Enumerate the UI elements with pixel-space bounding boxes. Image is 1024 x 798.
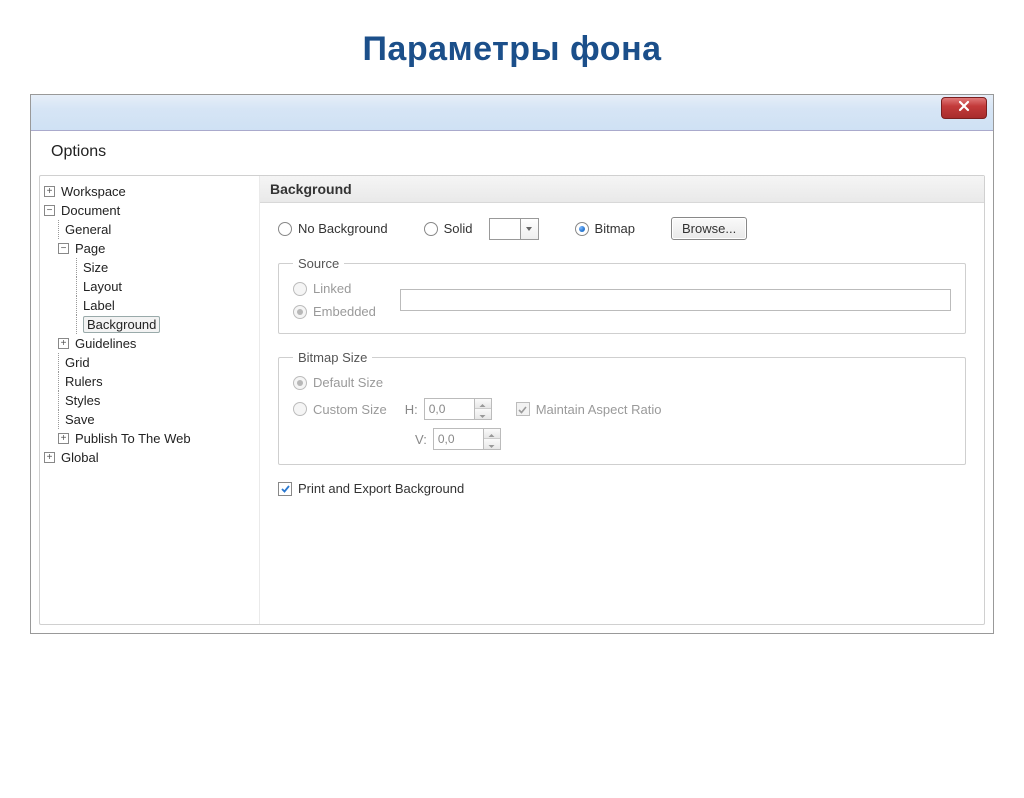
tree-item-background[interactable]: Background — [44, 315, 255, 334]
aspect-ratio-checkbox: Maintain Aspect Ratio — [516, 402, 662, 417]
radio-label: Default Size — [313, 375, 383, 390]
tree-item-styles[interactable]: Styles — [44, 391, 255, 410]
radio-icon — [293, 376, 307, 390]
v-input — [433, 428, 483, 450]
tree-item-size[interactable]: Size — [44, 258, 255, 277]
tree-item-page[interactable]: − Page — [44, 239, 255, 258]
expand-icon[interactable]: + — [44, 186, 55, 197]
tree-label: Workspace — [61, 184, 126, 199]
tree-label: Document — [61, 203, 120, 218]
chevron-down-icon — [488, 437, 495, 452]
expand-icon[interactable]: + — [58, 433, 69, 444]
client-area: + Workspace − Document General − Page Si… — [39, 175, 985, 625]
close-button[interactable] — [941, 97, 987, 119]
radio-custom-size: Custom Size — [293, 402, 387, 417]
source-group: Source Linked Embedded — [278, 256, 966, 334]
expand-icon[interactable]: + — [44, 452, 55, 463]
panel-header: Background — [260, 176, 984, 203]
tree-label: Publish To The Web — [75, 431, 191, 446]
radio-label: Solid — [444, 221, 473, 236]
slide-title: Параметры фона — [0, 30, 1024, 69]
solid-color-swatch[interactable] — [489, 218, 521, 240]
checkbox-icon — [516, 402, 530, 416]
tree-item-general[interactable]: General — [44, 220, 255, 239]
tree-label: Styles — [65, 393, 100, 408]
tree-label: Background — [83, 316, 160, 333]
spin-down-button — [475, 409, 491, 419]
radio-default-size: Default Size — [293, 375, 951, 390]
tree-item-guidelines[interactable]: + Guidelines — [44, 334, 255, 353]
tree-label: Grid — [65, 355, 90, 370]
radio-icon — [424, 222, 438, 236]
radio-label: Custom Size — [313, 402, 387, 417]
radio-solid[interactable]: Solid — [424, 221, 473, 236]
radio-bitmap[interactable]: Bitmap — [575, 221, 635, 236]
radio-icon — [293, 282, 307, 296]
tree-item-label[interactable]: Label — [44, 296, 255, 315]
source-path-field[interactable] — [400, 289, 951, 311]
chevron-down-icon — [525, 221, 533, 236]
tree-label: General — [65, 222, 111, 237]
content-panel: Background No Background Solid — [260, 176, 984, 624]
tree-label: Label — [83, 298, 115, 313]
v-spinner — [433, 428, 501, 450]
close-icon — [957, 99, 971, 118]
bitmap-size-group: Bitmap Size Default Size Custom Size H: — [278, 350, 966, 465]
color-dropdown-button[interactable] — [521, 218, 539, 240]
spin-down-button — [484, 439, 500, 449]
tree-item-rulers[interactable]: Rulers — [44, 372, 255, 391]
tree-label: Size — [83, 260, 108, 275]
options-window: Options + Workspace − Document General −… — [30, 94, 994, 634]
collapse-icon[interactable]: − — [58, 243, 69, 254]
window-title: Options — [51, 143, 106, 161]
expand-icon[interactable]: + — [58, 338, 69, 349]
radio-label: Linked — [313, 281, 351, 296]
chevron-down-icon — [479, 407, 486, 422]
radio-icon — [575, 222, 589, 236]
radio-no-background[interactable]: No Background — [278, 221, 388, 236]
tree-label: Save — [65, 412, 95, 427]
radio-linked: Linked — [293, 281, 376, 296]
tree-item-publish[interactable]: + Publish To The Web — [44, 429, 255, 448]
tree-label: Page — [75, 241, 105, 256]
radio-icon — [293, 402, 307, 416]
tree-label: Guidelines — [75, 336, 136, 351]
v-label: V: — [415, 432, 427, 447]
tree-item-save[interactable]: Save — [44, 410, 255, 429]
tree-item-layout[interactable]: Layout — [44, 277, 255, 296]
bitmap-size-legend: Bitmap Size — [293, 350, 372, 365]
tree-label: Rulers — [65, 374, 103, 389]
checkbox-icon — [278, 482, 292, 496]
collapse-icon[interactable]: − — [44, 205, 55, 216]
options-tree: + Workspace − Document General − Page Si… — [40, 176, 260, 624]
browse-button[interactable]: Browse... — [671, 217, 747, 240]
h-input — [424, 398, 474, 420]
tree-item-workspace[interactable]: + Workspace — [44, 182, 255, 201]
checkbox-label: Print and Export Background — [298, 481, 464, 496]
radio-icon — [293, 305, 307, 319]
radio-embedded: Embedded — [293, 304, 376, 319]
tree-label: Global — [61, 450, 99, 465]
tree-item-global[interactable]: + Global — [44, 448, 255, 467]
radio-label: Bitmap — [595, 221, 635, 236]
tree-label: Layout — [83, 279, 122, 294]
radio-label: No Background — [298, 221, 388, 236]
radio-icon — [278, 222, 292, 236]
h-spinner — [424, 398, 492, 420]
titlebar — [31, 95, 993, 131]
h-label: H: — [405, 402, 418, 417]
tree-item-document[interactable]: − Document — [44, 201, 255, 220]
radio-label: Embedded — [313, 304, 376, 319]
checkbox-label: Maintain Aspect Ratio — [536, 402, 662, 417]
print-export-checkbox[interactable]: Print and Export Background — [278, 481, 966, 496]
source-legend: Source — [293, 256, 344, 271]
tree-item-grid[interactable]: Grid — [44, 353, 255, 372]
